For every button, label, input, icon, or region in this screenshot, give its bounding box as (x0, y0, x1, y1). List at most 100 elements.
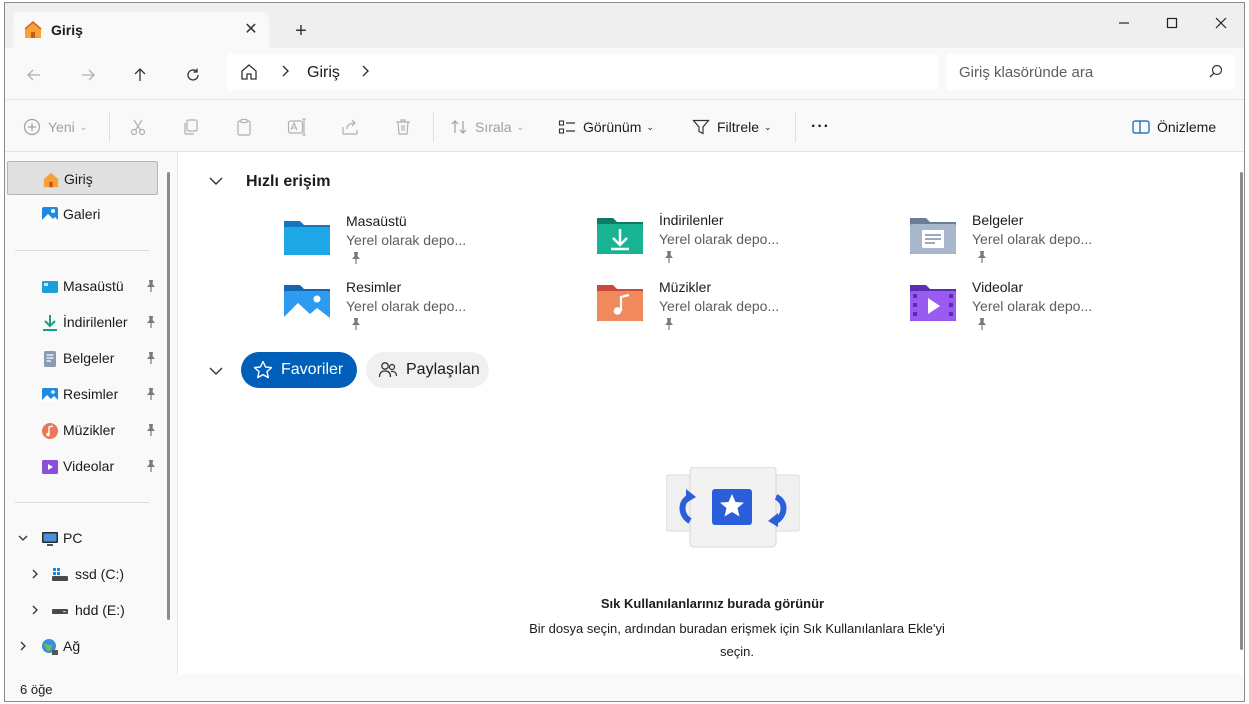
chevron-right-icon[interactable] (277, 63, 293, 79)
chevron-down-icon[interactable] (17, 532, 29, 544)
main-scrollbar[interactable] (1240, 172, 1243, 650)
sidebar-item-pc[interactable]: PC (7, 521, 158, 555)
videos-folder-icon (910, 285, 956, 321)
chevron-right-icon[interactable] (17, 640, 29, 652)
quick-access-item-downloads[interactable]: İndirilenler Yerel olarak depo... (595, 212, 895, 276)
tab-shared-label: Paylaşılan (406, 361, 480, 378)
paste-button[interactable] (235, 114, 253, 140)
maximize-button[interactable] (1149, 8, 1195, 38)
folder-status: Yerel olarak depo... (659, 298, 780, 314)
preview-pane-button[interactable]: Önizleme (1132, 114, 1216, 140)
close-window-button[interactable] (1198, 8, 1244, 38)
quick-access-item-pictures[interactable]: Resimler Yerel olarak depo... (282, 279, 582, 343)
chevron-right-icon[interactable] (29, 604, 41, 616)
drive-icon (52, 609, 68, 614)
new-tab-button[interactable]: + (289, 19, 313, 43)
search-box[interactable]: Giriş klasöründe ara (946, 54, 1235, 90)
title-bar: Giriş ✕ + (5, 3, 1244, 49)
home-outline-icon (241, 64, 257, 80)
see-more-button[interactable]: ··· (811, 114, 830, 140)
view-label: Görünüm (583, 119, 642, 135)
sidebar-item-documents[interactable]: Belgeler (7, 341, 158, 375)
tab-favorites[interactable]: Favoriler (241, 352, 357, 388)
rename-icon (287, 118, 306, 136)
sort-button[interactable]: Sırala ⌄ (450, 114, 524, 140)
chevron-down-icon[interactable] (208, 363, 224, 379)
filter-icon (692, 119, 710, 135)
share-button[interactable] (341, 114, 359, 140)
breadcrumb-home[interactable]: Giriş (307, 64, 340, 82)
sidebar-item-label: Müzikler (63, 422, 116, 438)
pin-icon[interactable] (145, 423, 157, 437)
desktop-icon (42, 281, 58, 293)
delete-button[interactable] (394, 114, 412, 140)
chevron-right-icon[interactable] (357, 63, 373, 79)
sidebar-item-label: Galeri (63, 206, 101, 222)
quick-access-item-music[interactable]: Müzikler Yerel olarak depo... (595, 279, 895, 343)
back-button[interactable] (19, 60, 49, 90)
close-tab-button[interactable]: ✕ (239, 18, 263, 42)
search-input[interactable]: Giriş klasöründe ara (959, 64, 1093, 81)
sort-icon (451, 120, 467, 134)
new-button[interactable]: Yeni ⌄ (23, 114, 87, 140)
sidebar-item-drive-c[interactable]: ssd (C:) (7, 557, 158, 591)
empty-state-description: Bir dosya seçin, ardından buradan erişme… (529, 621, 945, 659)
item-count: 6 öğe (20, 682, 53, 697)
sidebar-item-drive-e[interactable]: hdd (E:) (7, 593, 158, 627)
command-bar: Yeni ⌄ Sırala ⌄ Görünüm ⌄ Filtrele ⌄ ···… (5, 100, 1244, 152)
pin-icon[interactable] (145, 459, 157, 473)
minimize-button[interactable] (1101, 8, 1147, 38)
status-bar: 6 öğe (5, 674, 1244, 701)
filter-button[interactable]: Filtrele ⌄ (692, 114, 772, 140)
home-icon (24, 21, 42, 38)
pin-icon (665, 251, 673, 263)
sidebar-item-label: Masaüstü (63, 278, 124, 294)
refresh-button[interactable] (178, 60, 208, 90)
sidebar-item-pictures[interactable]: Resimler (7, 377, 158, 411)
plus-circle-icon (23, 118, 41, 136)
tab-shared[interactable]: Paylaşılan (366, 352, 489, 388)
folder-name: Resimler (346, 279, 402, 295)
folder-status: Yerel olarak depo... (972, 298, 1093, 314)
preview-label: Önizleme (1157, 119, 1217, 135)
divider (795, 112, 796, 142)
quick-access-item-desktop[interactable]: Masaüstü Yerel olarak depo... (282, 213, 582, 277)
tab-title: Giriş (51, 22, 83, 38)
up-button[interactable] (125, 60, 155, 90)
sidebar-scrollbar[interactable] (167, 172, 170, 620)
copy-button[interactable] (182, 114, 200, 140)
chevron-down-icon[interactable] (208, 173, 224, 189)
tab-home[interactable]: Giriş ✕ (13, 12, 269, 49)
pin-icon[interactable] (145, 387, 157, 401)
rename-button[interactable] (287, 114, 307, 140)
sidebar-item-label: Giriş (64, 171, 93, 187)
quick-access-item-documents[interactable]: Belgeler Yerel olarak depo... (908, 212, 1208, 276)
sidebar-item-desktop[interactable]: Masaüstü (7, 269, 158, 303)
sidebar-item-network[interactable]: Ağ (7, 629, 158, 663)
arrow-up-icon (134, 68, 146, 81)
folder-name: Belgeler (972, 212, 1024, 228)
pin-icon[interactable] (145, 279, 157, 293)
sidebar-item-home[interactable]: Giriş (7, 161, 158, 195)
address-bar[interactable]: Giriş (227, 54, 938, 90)
sidebar-item-gallery[interactable]: Galeri (7, 197, 158, 231)
sidebar-item-label: Ağ (63, 638, 81, 654)
sidebar-item-videos[interactable]: Videolar (7, 449, 158, 483)
documents-icon (44, 351, 56, 367)
sidebar-item-music[interactable]: Müzikler (7, 413, 158, 447)
folder-name: Videolar (972, 279, 1024, 295)
chevron-right-icon[interactable] (29, 568, 41, 580)
divider (109, 112, 110, 142)
scissors-icon (130, 119, 146, 136)
new-label: Yeni (48, 119, 75, 135)
main-content: Hızlı erişim Masaüstü Yerel olarak depo.… (177, 152, 1244, 674)
music-icon (42, 423, 58, 439)
cut-button[interactable] (129, 114, 147, 140)
quick-access-item-videos[interactable]: Videolar Yerel olarak depo... (908, 279, 1208, 343)
sidebar-item-downloads[interactable]: İndirilenler (7, 305, 158, 339)
pin-icon[interactable] (145, 351, 157, 365)
folder-status: Yerel olarak depo... (659, 231, 780, 247)
pin-icon[interactable] (145, 315, 157, 329)
forward-button[interactable] (73, 60, 103, 90)
view-button[interactable]: Görünüm ⌄ (558, 114, 654, 140)
